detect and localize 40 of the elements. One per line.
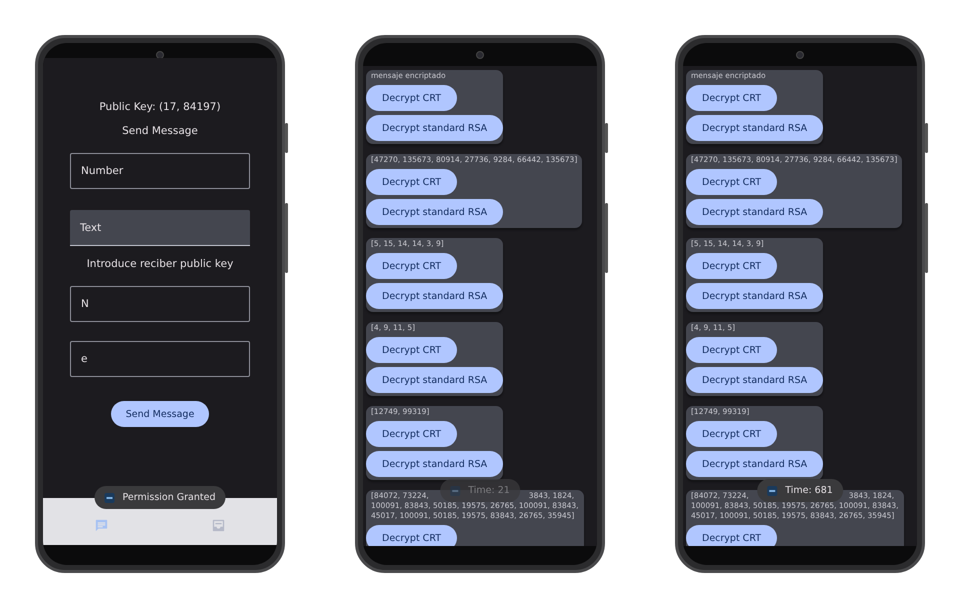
decrypt-button[interactable]: Decrypt standard RSA: [366, 367, 504, 393]
prompt-text: Introduce reciber public key: [86, 257, 234, 271]
decrypt-button[interactable]: Decrypt CRT: [686, 421, 778, 447]
decrypt-button[interactable]: Decrypt CRT: [366, 421, 458, 447]
camera-lens: [796, 51, 804, 59]
decrypt-button[interactable]: Decrypt standard RSA: [686, 451, 824, 477]
input-field[interactable]: e: [70, 341, 250, 377]
decrypt-button[interactable]: Decrypt CRT: [366, 253, 458, 279]
decrypt-button[interactable]: Decrypt standard RSA: [686, 115, 824, 141]
camera-lens: [476, 51, 484, 59]
decrypt-button[interactable]: Decrypt CRT: [686, 253, 778, 279]
decrypt-button[interactable]: Decrypt CRT: [366, 85, 458, 111]
decrypt-button[interactable]: Decrypt CRT: [686, 525, 778, 546]
app-icon: [450, 486, 460, 496]
app-icon: [104, 492, 115, 502]
public-key-text: Public Key: (17, 84197): [99, 100, 221, 114]
decrypt-button[interactable]: Decrypt CRT: [686, 85, 778, 111]
decrypt-button[interactable]: Decrypt standard RSA: [366, 283, 504, 309]
app-icon: [767, 486, 778, 496]
decrypt-button[interactable]: Decrypt standard RSA: [366, 199, 504, 225]
decrypt-button[interactable]: Decrypt standard RSA: [686, 199, 824, 225]
decrypt-button[interactable]: Decrypt CRT: [686, 337, 778, 363]
decrypt-button[interactable]: Decrypt standard RSA: [366, 115, 504, 141]
input-field[interactable]: N: [70, 286, 250, 322]
inbox-icon[interactable]: [211, 518, 226, 533]
toast-text: Time: 681: [785, 485, 833, 496]
decrypt-button[interactable]: Decrypt CRT: [366, 337, 458, 363]
decrypt-button[interactable]: Decrypt CRT: [366, 525, 458, 546]
heading: Send Message: [122, 124, 198, 138]
toast-text: Permission Granted: [122, 492, 216, 503]
decrypt-button[interactable]: Decrypt standard RSA: [366, 451, 504, 477]
input-field[interactable]: Number: [70, 153, 250, 189]
decrypt-button[interactable]: Decrypt CRT: [686, 169, 778, 195]
input-field[interactable]: Text: [70, 210, 250, 246]
toast-text: Time: 21: [468, 485, 510, 496]
chat-icon[interactable]: [94, 518, 109, 533]
decrypt-button[interactable]: Decrypt standard RSA: [686, 283, 824, 309]
decrypt-button[interactable]: Decrypt standard RSA: [686, 367, 824, 393]
send-button[interactable]: Send Message: [110, 401, 210, 427]
decrypt-button[interactable]: Decrypt CRT: [366, 169, 458, 195]
